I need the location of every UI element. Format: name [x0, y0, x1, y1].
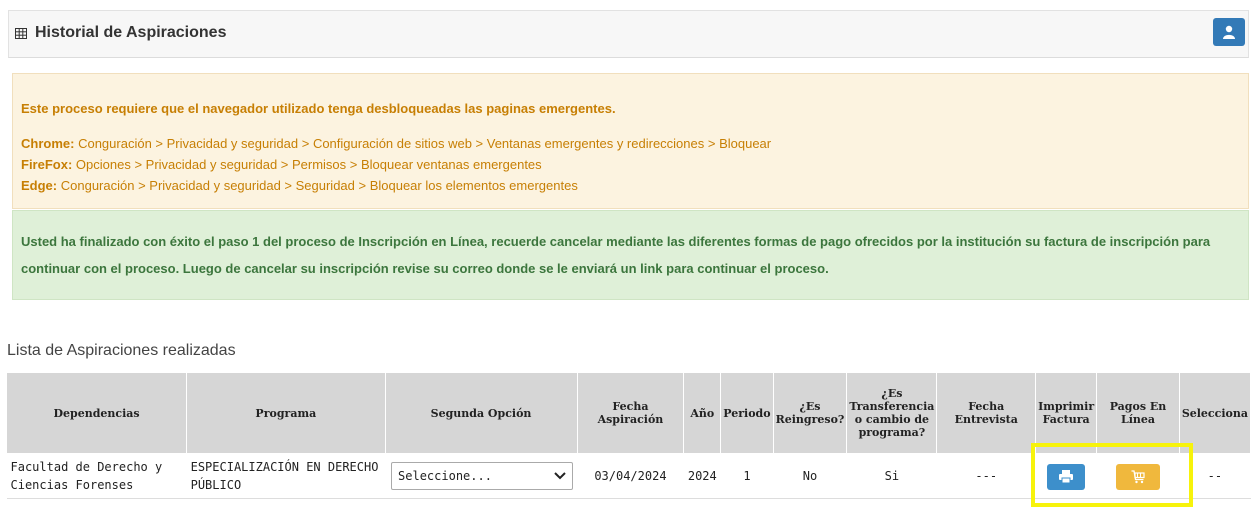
col-pagos-en-linea: Pagos En Línea [1096, 372, 1180, 454]
cell-dependencia: Facultad de Derecho y Ciencias Forenses [6, 453, 187, 499]
cell-anio: 2024 [683, 453, 721, 499]
chrome-path: Conguración > Privacidad y seguridad > C… [78, 136, 772, 151]
cell-segunda-opcion: Seleccione... [385, 453, 578, 499]
edge-label: Edge: [21, 178, 58, 193]
col-periodo: Periodo [720, 372, 774, 454]
col-selecciona: Selecciona [1178, 372, 1251, 454]
col-dependencias: Dependencias [5, 372, 188, 454]
cell-reingreso: No [773, 453, 847, 499]
col-imprimir-factura: Imprimir Factura [1035, 372, 1098, 454]
header-title-wrap: Historial de Aspiraciones [15, 24, 226, 42]
cell-selecciona: -- [1179, 453, 1251, 499]
firefox-label: FireFox: [21, 157, 73, 172]
cell-pagos-en-linea [1096, 453, 1180, 499]
firefox-path: Opciones > Privacidad y seguridad > Perm… [75, 157, 542, 172]
col-segunda-opcion: Segunda Opción [384, 372, 578, 454]
cell-imprimir-factura [1035, 453, 1097, 499]
edge-path: Conguración > Privacidad y seguridad > S… [60, 178, 578, 193]
warning-message: Este proceso requiere que el navegador u… [21, 101, 616, 116]
user-icon [1223, 25, 1235, 39]
col-transferencia: ¿Es Transferencia o cambio de programa? [846, 372, 938, 454]
warning-chrome-line: Chrome: Conguración > Privacidad y segur… [21, 136, 771, 151]
cell-periodo: 1 [720, 453, 774, 499]
page-header: Historial de Aspiraciones [8, 10, 1249, 58]
list-title: Lista de Aspiraciones realizadas [7, 342, 236, 359]
warning-firefox-line: FireFox: Opciones > Privacidad y segurid… [21, 157, 542, 172]
col-programa: Programa [186, 372, 386, 454]
popup-warning-alert: Este proceso requiere que el navegador u… [12, 73, 1249, 209]
printer-icon [1059, 470, 1074, 483]
cell-programa: ESPECIALIZACIÓN EN DERECHO PÚBLICO [186, 453, 386, 499]
col-fecha-aspiracion: Fecha Aspiración [576, 372, 685, 454]
page-title: Historial de Aspiraciones [35, 24, 227, 41]
table-grid-icon [15, 27, 27, 39]
segunda-opcion-select[interactable]: Seleccione... [391, 462, 574, 490]
col-reingreso: ¿Es Reingreso? [772, 372, 848, 454]
table-row: Facultad de Derecho y Ciencias Forenses … [6, 453, 1251, 499]
online-payment-button[interactable] [1115, 463, 1160, 490]
table-header-row: Dependencias Programa Segunda Opción Fec… [5, 372, 1251, 454]
print-invoice-button[interactable] [1047, 463, 1086, 490]
cell-fecha-entrevista: --- [936, 453, 1036, 499]
aspirations-table: Dependencias Programa Segunda Opción Fec… [5, 372, 1251, 499]
chrome-label: Chrome: [21, 136, 75, 151]
success-message: Usted ha finalizado con éxito el paso 1 … [21, 234, 1211, 276]
shopping-cart-icon [1131, 469, 1145, 483]
col-fecha-entrevista: Fecha Entrevista [936, 372, 1037, 454]
cell-fecha-aspiracion: 03/04/2024 [577, 453, 684, 499]
cell-transferencia: Si [846, 453, 937, 499]
select-value: Seleccione... [398, 469, 492, 483]
chevron-down-icon [554, 472, 566, 480]
warning-edge-line: Edge: Conguración > Privacidad y segurid… [21, 178, 578, 193]
user-button[interactable] [1213, 18, 1245, 46]
col-anio: Año [683, 372, 722, 454]
success-alert: Usted ha finalizado con éxito el paso 1 … [12, 210, 1249, 300]
